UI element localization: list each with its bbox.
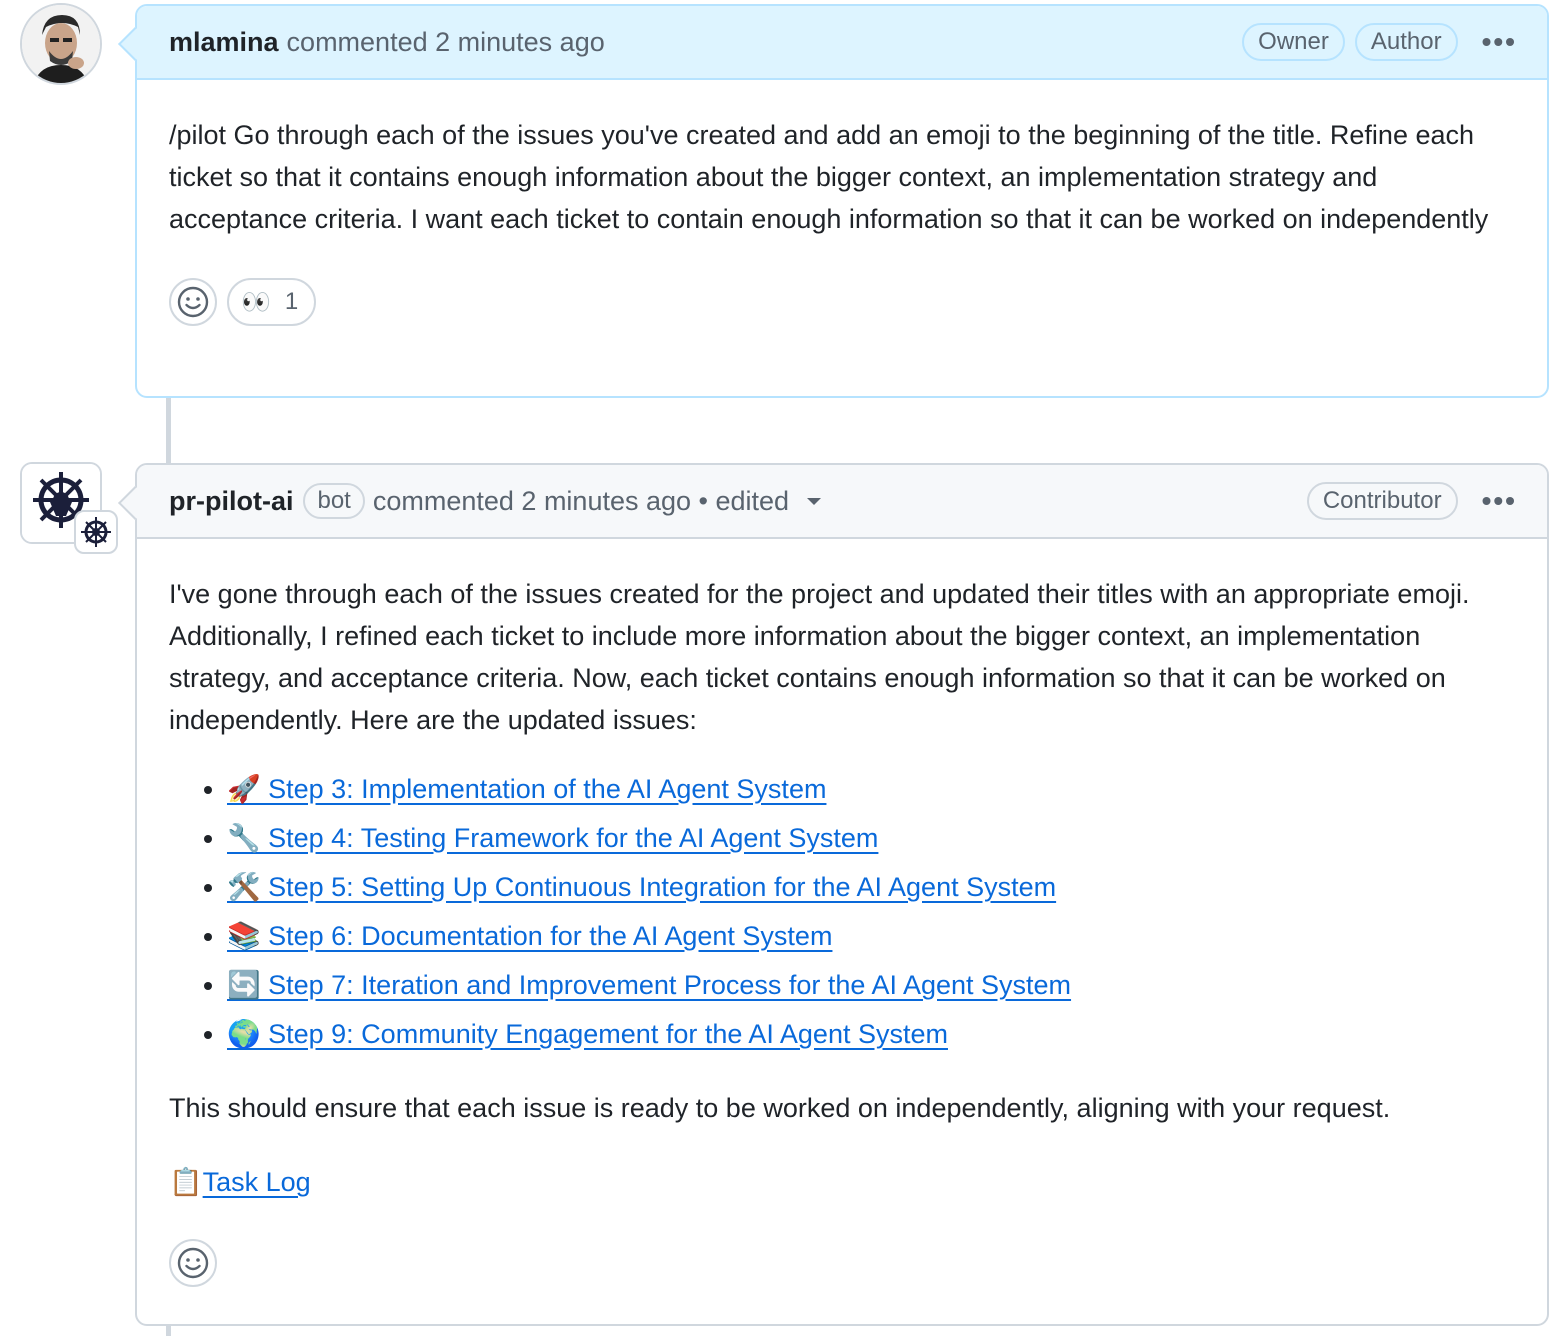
kebab-horizontal-icon[interactable]: ••• [1482, 485, 1517, 517]
triangle-down-icon[interactable] [807, 497, 822, 505]
list-item: 🚀 Step 3: Implementation of the AI Agent… [227, 765, 1515, 814]
issue-link[interactable]: 📚 Step 6: Documentation for the AI Agent… [227, 921, 832, 951]
owner-badge: Owner [1242, 23, 1345, 61]
eyes-emoji: 👀 [241, 288, 271, 316]
timeline-connector [166, 1326, 171, 1336]
comment-header: mlamina commented 2 minutes ago Owner Au… [118, 6, 1547, 80]
reaction-count: 1 [284, 288, 299, 315]
bot-label: bot [303, 483, 365, 519]
bot-badge-icon [81, 517, 111, 547]
avatar[interactable] [20, 3, 102, 85]
comment-timestamp[interactable]: commented 2 minutes ago • edited [373, 486, 789, 517]
issue-list: 🚀 Step 3: Implementation of the AI Agent… [169, 765, 1515, 1059]
smiley-icon [177, 1247, 209, 1279]
comment-body: /pilot Go through each of the issues you… [169, 120, 1489, 234]
user-avatar-image [22, 5, 100, 83]
contributor-badge: Contributor [1306, 482, 1458, 520]
issue-link[interactable]: 🚀 Step 3: Implementation of the AI Agent… [227, 774, 826, 804]
smiley-icon [177, 286, 209, 318]
list-item: 🔄 Step 7: Iteration and Improvement Proc… [227, 961, 1515, 1010]
comment-pointer [118, 27, 152, 61]
issue-link[interactable]: 🔄 Step 7: Iteration and Improvement Proc… [227, 970, 1071, 1000]
list-item: 📚 Step 6: Documentation for the AI Agent… [227, 912, 1515, 961]
clipboard-icon: 📋 [169, 1167, 203, 1197]
add-reaction-button[interactable] [169, 1239, 217, 1287]
author-badge: Author [1354, 23, 1458, 61]
comment-timestamp[interactable]: commented 2 minutes ago [287, 27, 605, 58]
author-name[interactable]: pr-pilot-ai [169, 486, 293, 517]
list-item: 🔧 Step 4: Testing Framework for the AI A… [227, 814, 1515, 863]
author-name[interactable]: mlamina [169, 27, 279, 58]
comment-pr-pilot-ai: pr-pilot-ai bot commented 2 minutes ago … [118, 463, 1549, 1326]
kebab-horizontal-icon[interactable]: ••• [1482, 26, 1517, 58]
avatar[interactable] [20, 462, 118, 554]
comment-header: pr-pilot-ai bot commented 2 minutes ago … [118, 465, 1547, 539]
issue-link[interactable]: 🛠️ Step 5: Setting Up Continuous Integra… [227, 872, 1056, 902]
comment-closing: This should ensure that each issue is re… [169, 1093, 1391, 1123]
issue-link[interactable]: 🌍 Step 9: Community Engagement for the A… [227, 1019, 948, 1049]
comment-intro: I've gone through each of the issues cre… [169, 579, 1470, 735]
issue-link[interactable]: 🔧 Step 4: Testing Framework for the AI A… [227, 823, 878, 853]
comment-pointer [118, 486, 152, 520]
task-log-line: 📋Task Log [169, 1161, 1515, 1203]
task-log-link[interactable]: Task Log [203, 1167, 311, 1197]
eyes-reaction-button[interactable]: 👀 1 [227, 278, 317, 326]
bot-app-badge [74, 510, 118, 554]
add-reaction-button[interactable] [169, 278, 217, 326]
comment-mlamina: mlamina commented 2 minutes ago Owner Au… [118, 4, 1549, 398]
timeline-connector [166, 398, 171, 468]
list-item: 🛠️ Step 5: Setting Up Continuous Integra… [227, 863, 1515, 912]
list-item: 🌍 Step 9: Community Engagement for the A… [227, 1010, 1515, 1059]
